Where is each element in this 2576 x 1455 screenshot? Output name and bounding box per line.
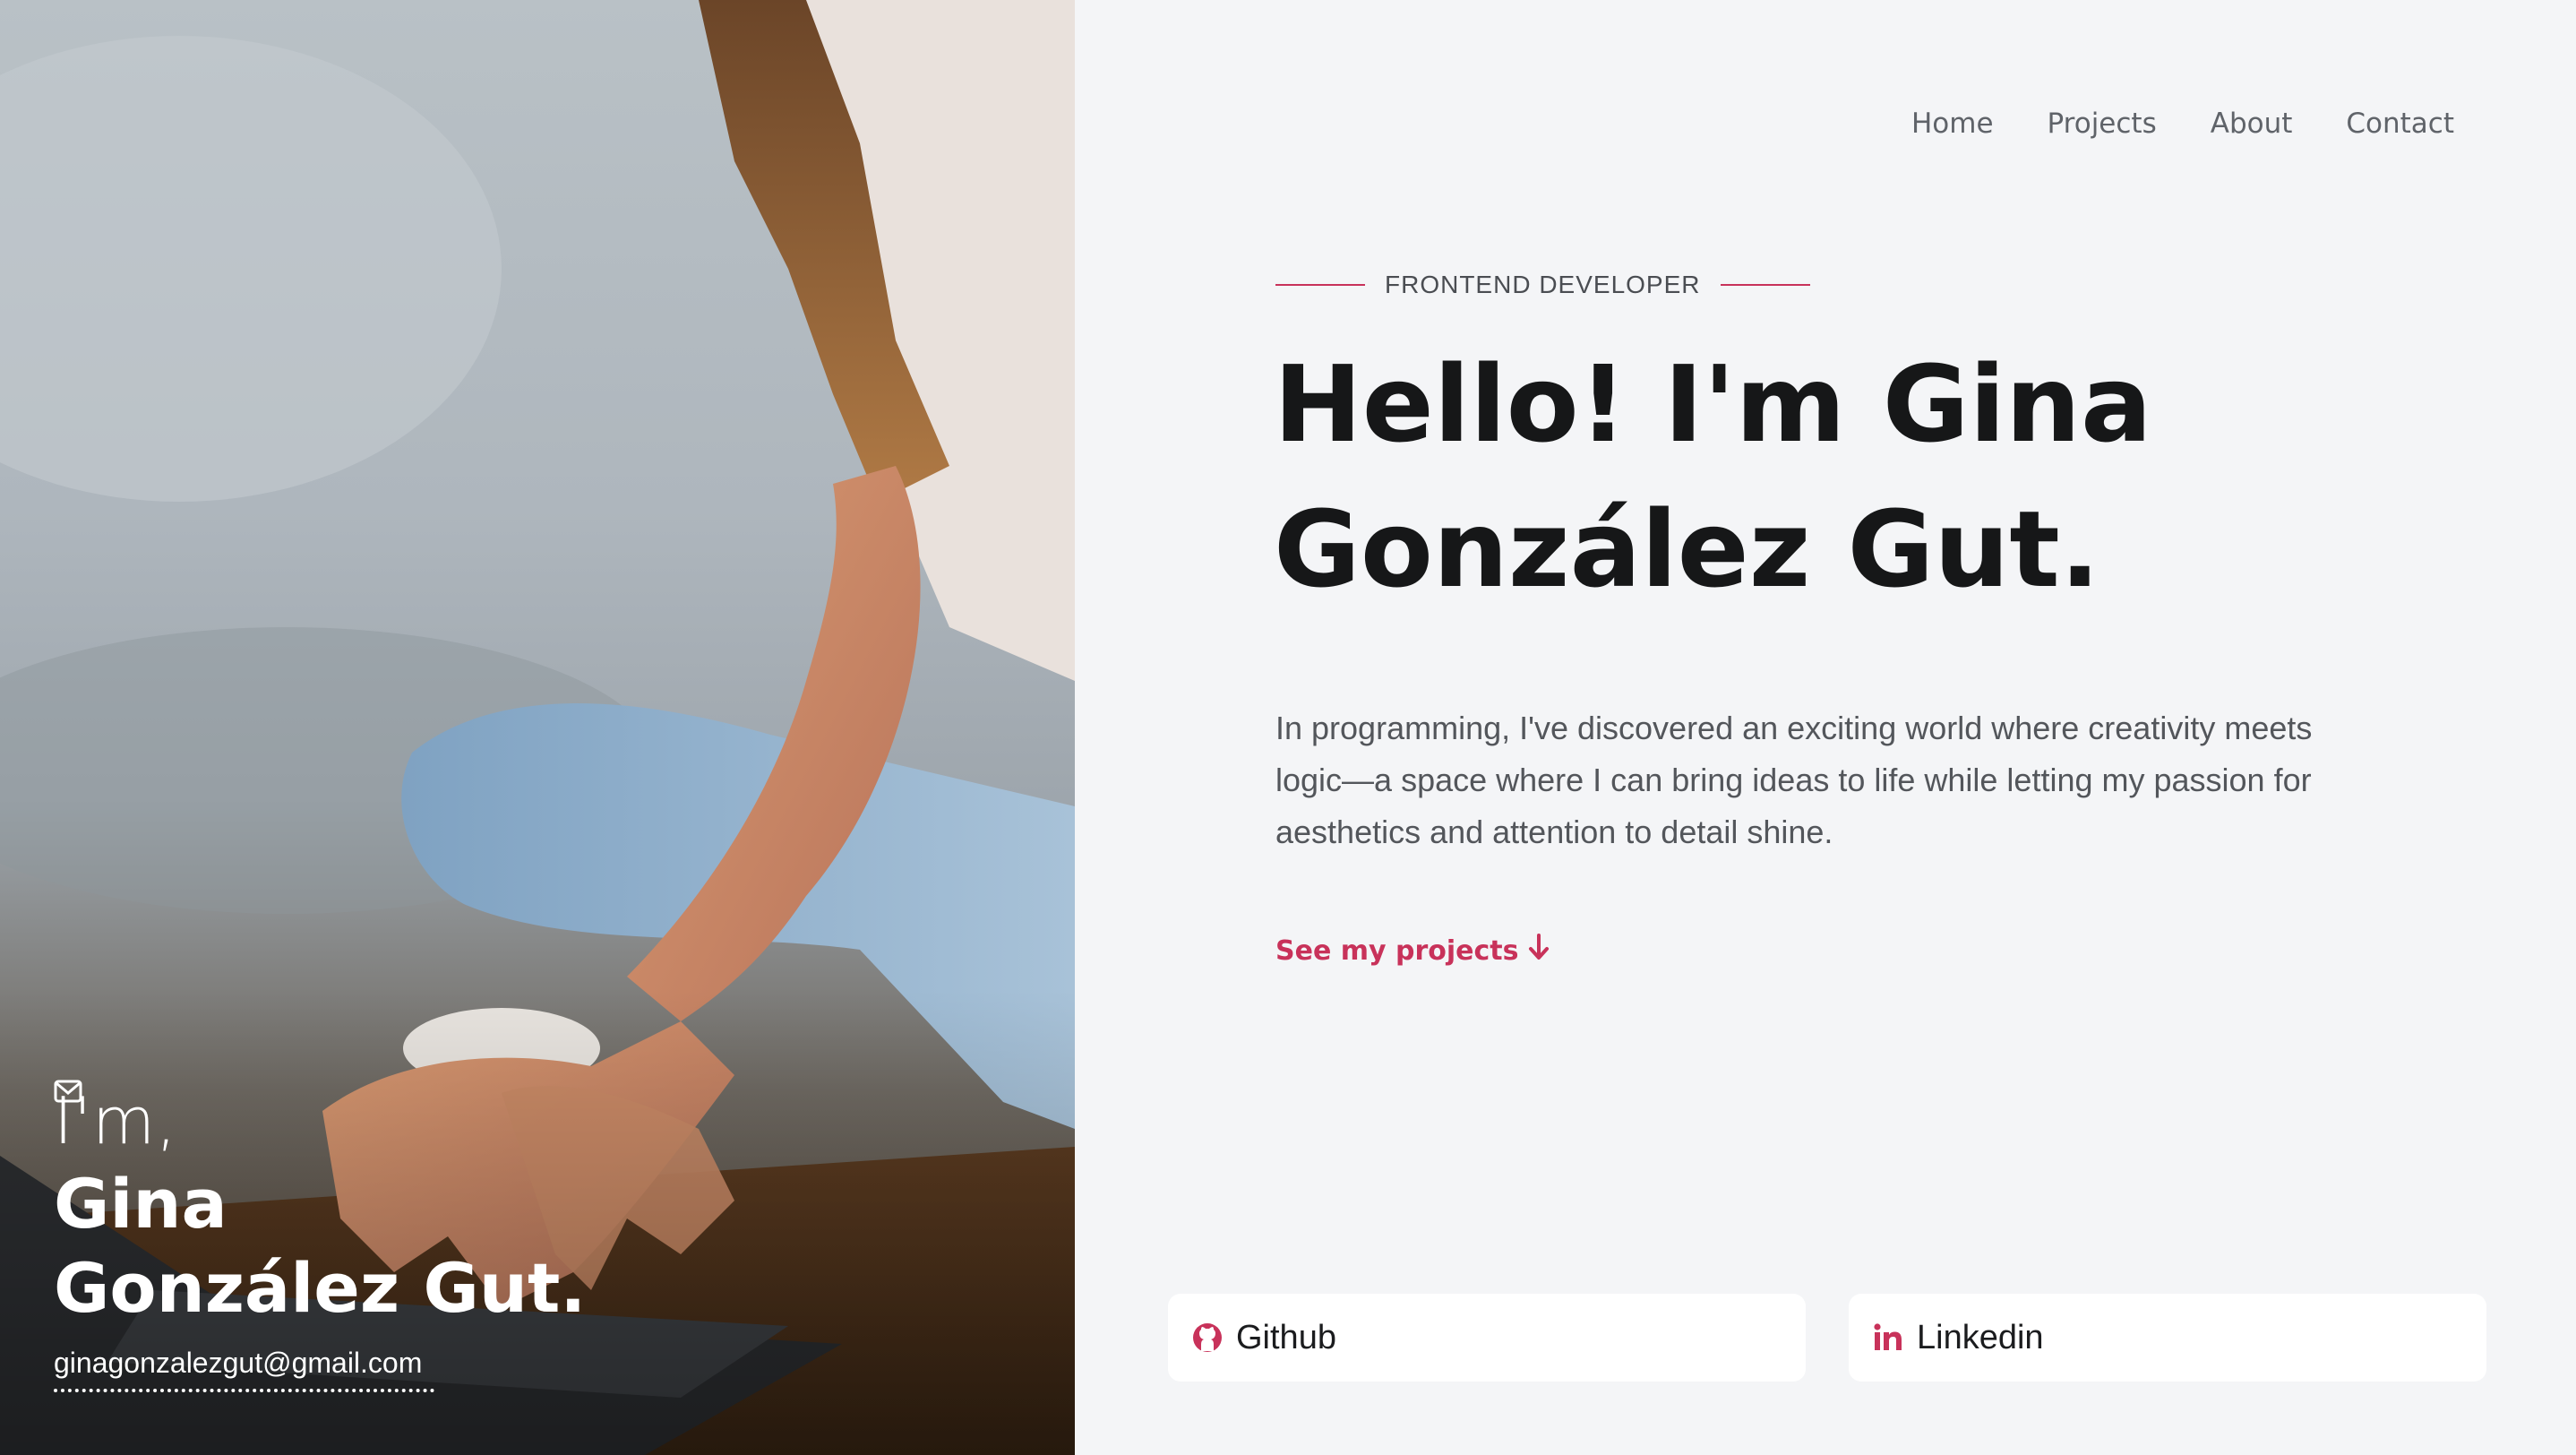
nav-contact[interactable]: Contact [2346,108,2454,140]
nav-home[interactable]: Home [1911,108,1994,140]
headline-line-2: González Gut. [1274,487,2100,611]
social-links: Github Linkedin [1168,1294,2486,1382]
headline-line-1: Hello! I'm Gina [1274,342,2152,466]
role-line-left [1275,284,1365,286]
cta-label: See my projects [1275,934,1519,967]
hero-photo-panel: I'm, Gina González Gut. ginagonzalezgut@… [0,0,1075,1455]
main-nav: Home Projects About Contact [1911,108,2454,140]
bio-text: In programming, I've discovered an excit… [1275,710,2313,850]
linkedin-icon [1872,1322,1904,1354]
see-projects-link[interactable]: See my projects [1275,934,1550,968]
github-label: Github [1236,1318,1336,1356]
nav-about[interactable]: About [2211,108,2293,140]
intro-last-name: González Gut. [54,1248,587,1328]
role-line-right [1720,284,1810,286]
page-title: Hello! I'm Gina González Gut. [1274,331,2152,622]
linkedin-link[interactable]: Linkedin [1849,1294,2486,1382]
github-icon [1191,1322,1224,1354]
nav-projects[interactable]: Projects [2048,108,2157,140]
github-link[interactable]: Github [1168,1294,1806,1382]
intro-greeting: I'm, [54,1083,178,1158]
intro-first-name: Gina [54,1164,228,1244]
arrow-down-icon [1528,934,1550,968]
hero-intro: I'm, Gina González Gut. ginagonzalezgut@… [54,1080,586,1392]
role-label: FRONTEND DEVELOPER [1275,271,1810,299]
email-link[interactable]: ginagonzalezgut@gmail.com [54,1080,435,1392]
linkedin-label: Linkedin [1917,1318,2044,1356]
role-text: FRONTEND DEVELOPER [1385,271,1701,298]
content-panel: Home Projects About Contact FRONTEND DEV… [1075,0,2576,1455]
page: I'm, Gina González Gut. ginagonzalezgut@… [0,0,2576,1455]
email-text: ginagonzalezgut@gmail.com [54,1347,423,1379]
